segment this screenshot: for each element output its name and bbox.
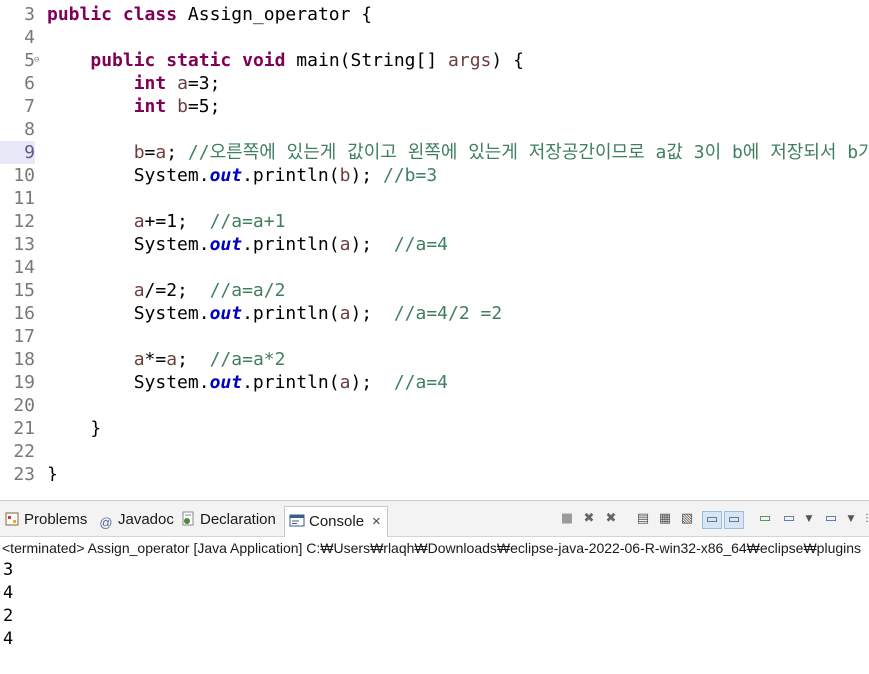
- code-line[interactable]: 19 System.out.println(a); //a=4: [0, 371, 869, 394]
- code-text: System.out.println(b); //b=3: [47, 165, 438, 186]
- code-line[interactable]: 6 int a=3;: [0, 72, 869, 95]
- code-text: b=a; //오른쪽에 있는게 값이고 왼쪽에 있는게 저장공간이므로 a값 3…: [133, 142, 869, 163]
- code-line[interactable]: 17: [0, 325, 869, 348]
- line-number: 16: [13, 303, 35, 324]
- code-line[interactable]: 11: [0, 187, 869, 210]
- line-number: 23: [13, 464, 35, 481]
- code-text: int b=5;: [133, 96, 221, 117]
- code-text: System.out.println(a); //a=4: [47, 372, 449, 393]
- line-number: 15: [13, 280, 35, 301]
- line-number: 7: [24, 96, 35, 117]
- line-number: 14: [13, 257, 35, 278]
- show-on-stdout-icon[interactable]: ▭: [702, 511, 722, 529]
- code-line[interactable]: 23}: [0, 463, 869, 481]
- line-number: 6: [24, 73, 35, 94]
- tab-declaration-label: Declaration: [200, 511, 276, 528]
- code-text: a*=a; //a=a*2: [133, 349, 286, 370]
- code-line[interactable]: 16 System.out.println(a); //a=4/2 =2: [0, 302, 869, 325]
- code-line[interactable]: 22: [0, 440, 869, 463]
- code-text: }: [47, 418, 102, 439]
- console-status-line: <terminated> Assign_operator [Java Appli…: [2, 540, 862, 556]
- code-line[interactable]: 21 }: [0, 417, 869, 440]
- line-number: 9: [0, 141, 35, 164]
- code-line[interactable]: 12 a+=1; //a=a+1: [0, 210, 869, 233]
- code-text: a+=1; //a=a+1: [133, 211, 286, 232]
- code-line[interactable]: 9 b=a; //오른쪽에 있는게 값이고 왼쪽에 있는게 저장공간이므로 a값…: [0, 141, 869, 164]
- line-number: 5: [24, 50, 35, 71]
- code-line[interactable]: 18 a*=a; //a=a*2: [0, 348, 869, 371]
- code-line[interactable]: 20: [0, 394, 869, 417]
- code-editor[interactable]: 3 public class Assign_operator { 4 5 ⊖ publi…: [0, 0, 869, 481]
- line-number: 13: [13, 234, 35, 255]
- console-panel: Problems @ Javadoc Declaration Console × ■…: [0, 500, 869, 674]
- code-line[interactable]: 8: [0, 118, 869, 141]
- chevron-down-icon[interactable]: ▼: [800, 511, 818, 527]
- code-text: }: [47, 464, 58, 481]
- declaration-icon: [182, 511, 194, 526]
- line-number: 19: [13, 372, 35, 393]
- tab-console-label: Console: [309, 513, 365, 530]
- code-text: public class Assign_operator {: [47, 4, 373, 25]
- line-number: 18: [13, 349, 35, 370]
- code-line[interactable]: 4: [0, 26, 869, 49]
- code-text: System.out.println(a); //a=4/2 =2: [47, 303, 503, 324]
- panel-tab-bar: Problems @ Javadoc Declaration Console × ■…: [0, 501, 869, 537]
- line-number: 4: [24, 27, 35, 48]
- line-number: 8: [24, 119, 35, 140]
- fold-collapse-icon[interactable]: ⊖: [34, 49, 39, 72]
- close-icon[interactable]: ×: [372, 513, 381, 530]
- console-output-line: 2: [3, 606, 14, 626]
- tab-javadoc[interactable]: @ Javadoc: [98, 507, 174, 533]
- line-number: 17: [13, 326, 35, 347]
- open-console-icon[interactable]: ▭: [822, 511, 840, 527]
- code-line[interactable]: 13 System.out.println(a); //a=4: [0, 233, 869, 256]
- code-text: a/=2; //a=a/2: [133, 280, 286, 301]
- tab-declaration[interactable]: Declaration: [180, 507, 276, 533]
- clear-console-icon[interactable]: ▤: [634, 511, 652, 527]
- tab-console[interactable]: Console ×: [284, 506, 388, 537]
- show-on-stderr-icon[interactable]: ▭: [724, 511, 744, 529]
- view-menu-icon[interactable]: ⋮: [858, 511, 869, 527]
- line-number: 22: [13, 441, 35, 462]
- line-number: 11: [13, 188, 35, 209]
- line-number: 10: [13, 165, 35, 186]
- console-output-line: 3: [3, 560, 14, 580]
- terminate-icon[interactable]: ■: [558, 511, 576, 527]
- code-line[interactable]: 3 public class Assign_operator {: [0, 3, 869, 26]
- scroll-lock-icon[interactable]: ▦: [656, 511, 674, 527]
- code-line[interactable]: 10 System.out.println(b); //b=3: [0, 164, 869, 187]
- remove-launch-icon[interactable]: ✖: [580, 511, 598, 527]
- code-line[interactable]: 5 ⊖ public static void main(String[] args…: [0, 49, 869, 72]
- console-output-line: 4: [3, 629, 14, 649]
- line-number: 21: [13, 418, 35, 439]
- code-line[interactable]: 14: [0, 256, 869, 279]
- remove-all-terminated-icon[interactable]: ✖: [602, 511, 620, 527]
- tab-problems-label: Problems: [24, 511, 88, 528]
- code-text: int a=3;: [133, 73, 221, 94]
- line-number: 3: [24, 4, 35, 25]
- pin-console-icon[interactable]: ▭: [756, 511, 774, 527]
- tab-problems[interactable]: Problems: [4, 507, 87, 533]
- javadoc-icon: @: [99, 515, 113, 530]
- console-icon: [289, 514, 305, 527]
- problems-icon: [5, 512, 19, 526]
- line-number: 20: [13, 395, 35, 416]
- word-wrap-icon[interactable]: ▧: [678, 511, 696, 527]
- code-line[interactable]: 15 a/=2; //a=a/2: [0, 279, 869, 302]
- line-number: 12: [13, 211, 35, 232]
- display-console-icon[interactable]: ▭: [780, 511, 798, 527]
- console-output[interactable]: 3 4 2 4: [0, 559, 869, 674]
- tab-javadoc-label: Javadoc: [118, 511, 174, 528]
- code-line[interactable]: 7 int b=5;: [0, 95, 869, 118]
- console-output-line: 4: [3, 583, 14, 603]
- code-text: public static void main(String[] args) {: [90, 50, 524, 71]
- code-text: System.out.println(a); //a=4: [47, 234, 449, 255]
